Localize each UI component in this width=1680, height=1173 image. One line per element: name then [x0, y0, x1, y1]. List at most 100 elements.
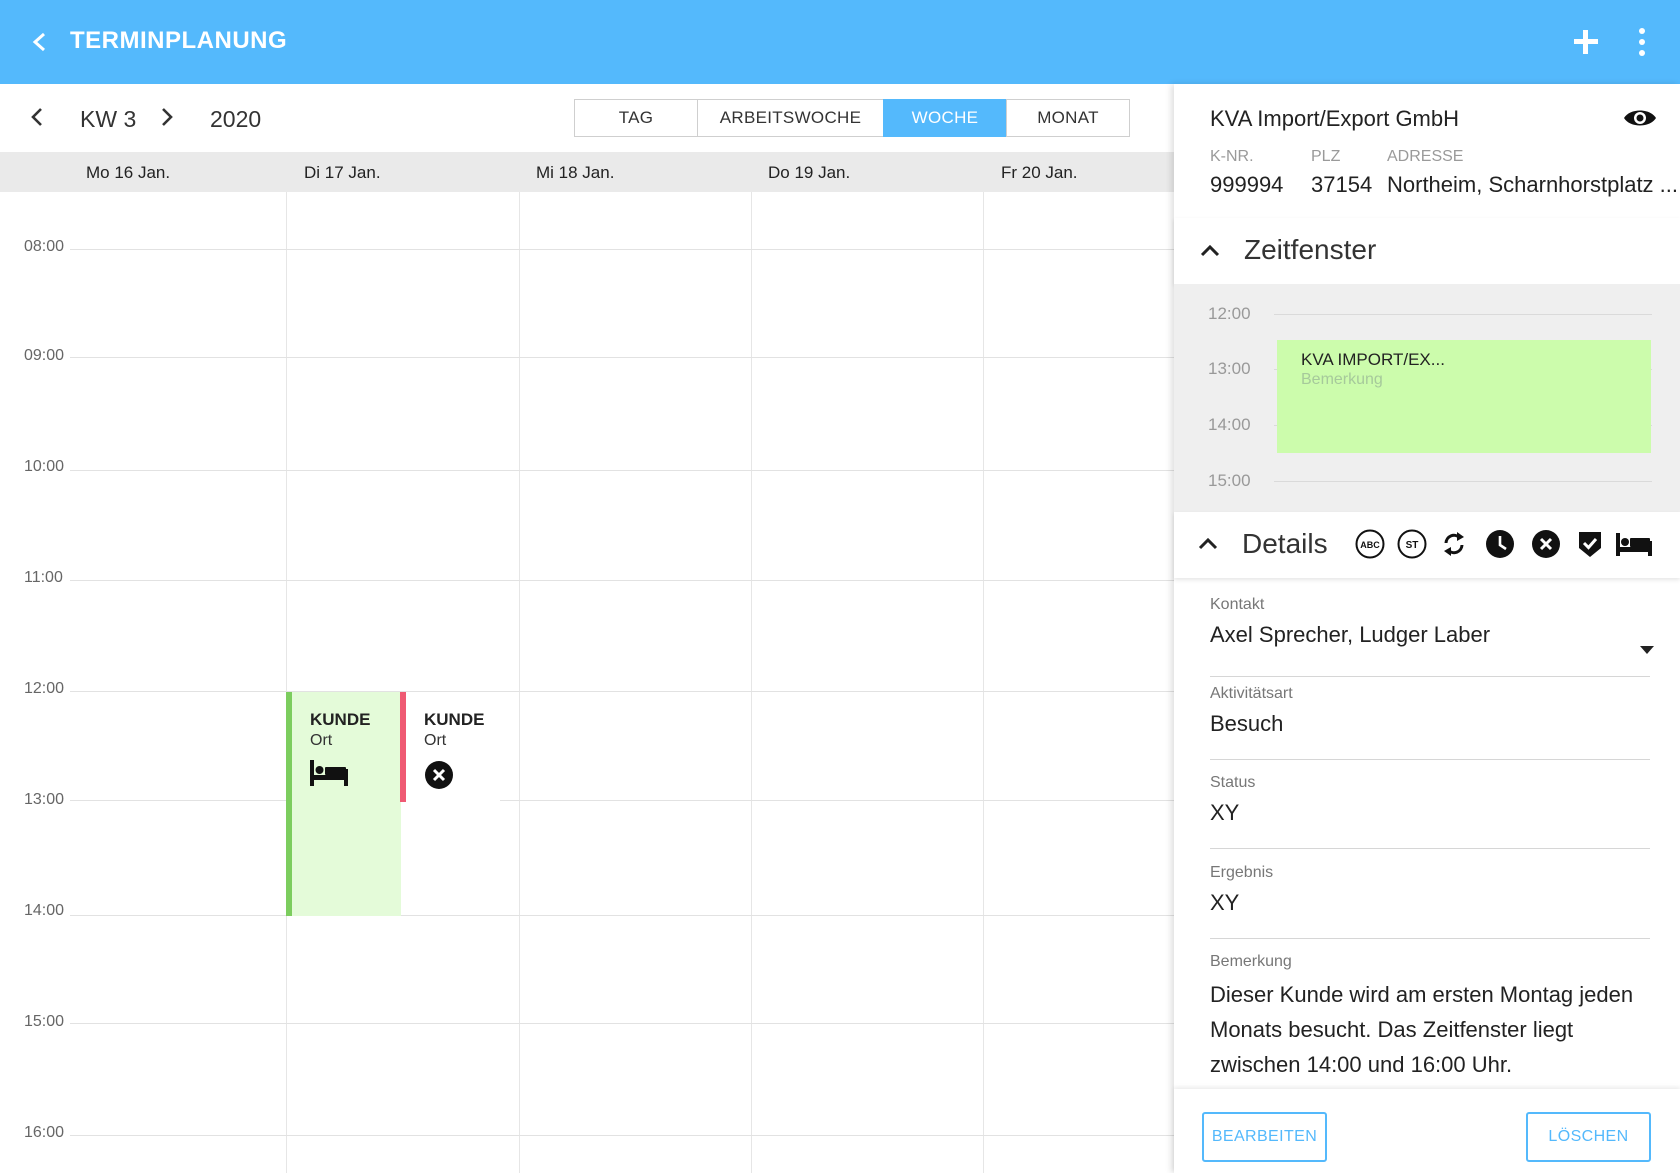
hour-line	[70, 249, 1174, 250]
timeline-line	[1274, 314, 1652, 315]
page-title: TERMINPLANUNG	[70, 27, 288, 54]
hour-line	[70, 470, 1174, 471]
aktivitaetsart-field[interactable]: Aktivitätsart Besuch	[1210, 685, 1650, 767]
hour-label: 11:00	[24, 569, 63, 586]
clock-icon[interactable]	[1484, 528, 1516, 560]
zeitfenster-timeline: 12:00 13:00 14:00 15:00 KVA IMPORT/EX...…	[1174, 284, 1680, 512]
bed-icon	[310, 760, 348, 791]
plus-icon[interactable]	[1570, 22, 1602, 62]
view-tab-woche[interactable]: WOCHE	[883, 99, 1007, 137]
hour-line	[70, 691, 1174, 692]
hour-label: 16:00	[24, 1124, 65, 1141]
calendar-area: KW 3 2020 TAG ARBEITSWOCHE WOCHE MONAT M…	[0, 84, 1174, 1173]
hour-label: 08:00	[24, 238, 65, 255]
week-navigation: KW 3 2020 TAG ARBEITSWOCHE WOCHE MONAT	[0, 84, 1174, 152]
hour-line	[70, 357, 1174, 358]
day-divider	[983, 192, 984, 1173]
view-tab-arbeitswoche[interactable]: ARBEITSWOCHE	[697, 99, 884, 137]
week-number: KW 3	[80, 106, 137, 132]
sync-icon[interactable]	[1438, 528, 1470, 560]
hour-line	[70, 1023, 1174, 1024]
view-tab-tag[interactable]: TAG	[574, 99, 698, 137]
ergebnis-field[interactable]: Ergebnis XY	[1210, 864, 1650, 946]
bed-icon[interactable]	[1614, 528, 1654, 560]
ergebnis-value: XY	[1210, 890, 1240, 915]
delete-button[interactable]: LÖSCHEN	[1526, 1112, 1651, 1162]
zip-code: 37154	[1311, 172, 1373, 197]
day-header: Fr 20 Jan.	[1001, 163, 1078, 182]
customer-number-label: K-NR.	[1210, 148, 1254, 165]
hour-label: 13:00	[24, 791, 65, 808]
hour-label: 09:00	[24, 347, 65, 364]
view-tab-monat[interactable]: MONAT	[1006, 99, 1130, 137]
kontakt-label: Kontakt	[1210, 596, 1265, 613]
view-switcher: TAG ARBEITSWOCHE WOCHE MONAT	[574, 99, 1130, 137]
bemerkung-field[interactable]: Bemerkung Dieser Kunde wird am ersten Mo…	[1210, 953, 1650, 1083]
day-header: Mi 18 Jan.	[536, 163, 615, 182]
timeline-label: 12:00	[1208, 304, 1251, 323]
hour-line	[70, 915, 1174, 916]
day-header: Di 17 Jan.	[304, 163, 381, 182]
kontakt-value: Axel Sprecher, Ludger Laber	[1210, 622, 1491, 647]
details-title: Details	[1242, 528, 1328, 559]
timeline-label: 15:00	[1208, 471, 1251, 490]
st-icon[interactable]: ST	[1396, 528, 1428, 560]
aktivitaetsart-value: Besuch	[1210, 711, 1284, 736]
day-header: Mo 16 Jan.	[86, 163, 171, 182]
cancel-circle-icon[interactable]	[1530, 528, 1562, 560]
status-label: Status	[1210, 774, 1256, 791]
bemerkung-label: Bemerkung	[1210, 953, 1292, 970]
back-arrow-icon[interactable]	[22, 24, 58, 60]
time-window-title: KVA IMPORT/EX...	[1301, 350, 1445, 369]
detail-panel: KVA Import/Export GmbH K-NR. 999994 PLZ …	[1174, 84, 1680, 1173]
field-underline	[1210, 676, 1650, 677]
more-vert-icon[interactable]	[1632, 22, 1652, 62]
svg-text:ST: ST	[1406, 540, 1419, 551]
field-underline	[1210, 759, 1650, 760]
field-underline	[1210, 938, 1650, 939]
field-underline	[1210, 848, 1650, 849]
abc-icon[interactable]: ABC	[1354, 528, 1386, 560]
panel-footer: BEARBEITEN LÖSCHEN	[1174, 1089, 1680, 1173]
calendar-event[interactable]: KUNDE Ort	[400, 692, 500, 802]
ergebnis-label: Ergebnis	[1210, 864, 1274, 881]
kontakt-field[interactable]: Kontakt Axel Sprecher, Ludger Laber	[1210, 596, 1654, 678]
zeitfenster-header[interactable]: Zeitfenster	[1174, 218, 1680, 284]
event-location: Ort	[310, 732, 333, 749]
eye-icon[interactable]	[1622, 102, 1658, 134]
svg-text:ABC: ABC	[1360, 540, 1380, 550]
timeline-label: 14:00	[1208, 415, 1251, 434]
details-header[interactable]: Details ABC ST	[1174, 512, 1680, 578]
day-divider	[751, 192, 752, 1173]
day-divider	[519, 192, 520, 1173]
aktivitaetsart-label: Aktivitätsart	[1210, 685, 1293, 702]
time-window-remark: Bemerkung	[1301, 371, 1383, 388]
hour-label: 15:00	[24, 1013, 65, 1030]
customer-number: 999994	[1210, 172, 1284, 197]
year-label: 2020	[210, 106, 262, 132]
timeline-line	[1274, 481, 1652, 482]
app-bar: TERMINPLANUNG	[0, 0, 1680, 84]
bemerkung-value: Dieser Kunde wird am ersten Montag jeden…	[1210, 982, 1634, 1077]
edit-button[interactable]: BEARBEITEN	[1202, 1112, 1327, 1162]
dropdown-arrow-icon[interactable]	[1640, 646, 1654, 654]
zeitfenster-title: Zeitfenster	[1244, 234, 1377, 265]
time-window-block[interactable]: KVA IMPORT/EX... Bemerkung	[1277, 340, 1651, 453]
status-value: XY	[1210, 800, 1240, 825]
hour-line	[70, 800, 1174, 801]
check-shield-icon[interactable]	[1574, 528, 1606, 560]
chevron-up-icon[interactable]	[1194, 530, 1222, 558]
time-grid[interactable]: 08:00 09:00 10:00 11:00 12:00 13:00 14:0…	[0, 192, 1174, 1173]
calendar-event[interactable]: KUNDE Ort	[286, 692, 401, 916]
cancel-circle-icon	[424, 760, 454, 795]
event-title: KUNDE	[424, 710, 485, 729]
hour-label: 14:00	[24, 902, 65, 919]
hour-line	[70, 580, 1174, 581]
hour-label: 10:00	[24, 458, 65, 475]
chevron-up-icon[interactable]	[1196, 237, 1224, 265]
zip-label: PLZ	[1311, 148, 1341, 165]
hour-label: 12:00	[24, 680, 65, 697]
next-week-icon[interactable]	[150, 100, 184, 134]
status-field[interactable]: Status XY	[1210, 774, 1650, 856]
prev-week-icon[interactable]	[20, 100, 54, 134]
